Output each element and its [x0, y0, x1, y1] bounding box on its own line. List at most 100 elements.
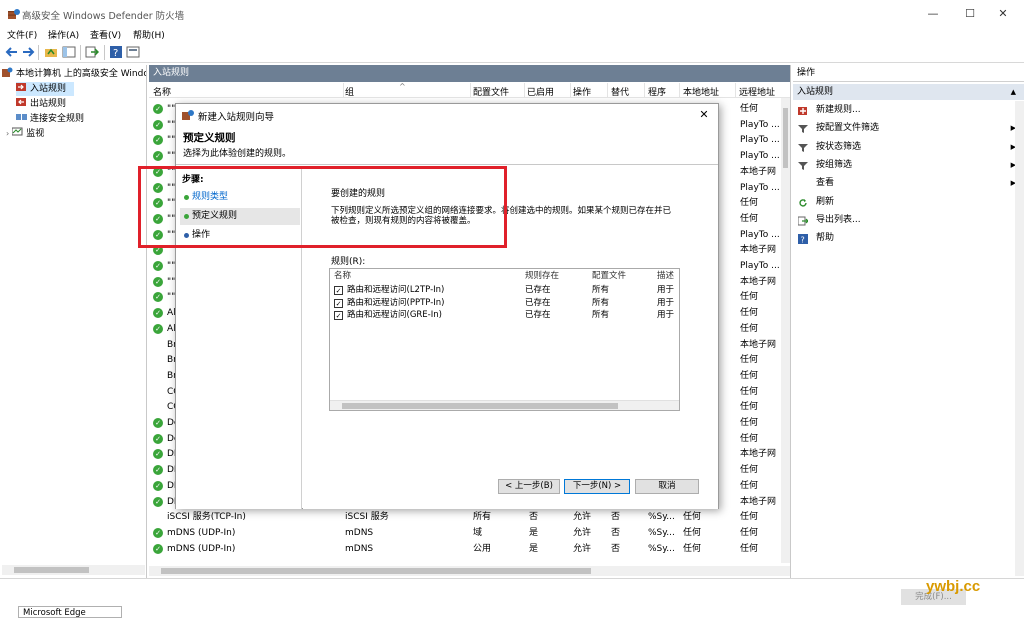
monitoring-icon: [12, 127, 23, 136]
menu-file[interactable]: 文件(F): [7, 28, 37, 41]
col-override[interactable]: 替代: [611, 85, 629, 98]
actions-scrollbar[interactable]: [1015, 101, 1024, 576]
col-remote-address[interactable]: 远程地址: [739, 85, 775, 98]
predefined-rule-row[interactable]: ✓ 路由和远程访问(L2TP-In) 已存在 所有 用于: [330, 284, 679, 297]
rule-remote-address: 任何: [740, 512, 759, 523]
rule-remote-address: 任何: [740, 433, 759, 444]
tree-item-connection-security-rules[interactable]: 连接安全规则: [16, 112, 84, 126]
collapse-icon[interactable]: ▲: [1011, 84, 1016, 100]
rule-program: %Sy...: [648, 527, 675, 538]
rules-col-profile[interactable]: 配置文件: [592, 269, 626, 281]
maximize-button[interactable]: ☐: [955, 4, 985, 24]
tree-root[interactable]: 本地计算机 上的高级安全 Windows Defender: [2, 67, 146, 81]
menu-view[interactable]: 查看(V): [90, 28, 121, 41]
rule-checkbox[interactable]: ✓: [334, 286, 343, 295]
tree-item-label: 监视: [26, 129, 45, 139]
rule-checkbox[interactable]: ✓: [334, 311, 343, 320]
next-button[interactable]: 下一步(N) >: [564, 479, 630, 494]
cancel-button[interactable]: 取消: [635, 479, 699, 494]
help-icon[interactable]: ?: [109, 45, 123, 59]
table-row[interactable]: ✓ mDNS (UDP-In) mDNS 公用 是 允许 否 %Sy... 任何 任何: [149, 541, 781, 557]
action-item[interactable]: 按组筛选 ▶: [793, 156, 1024, 174]
enabled-check-icon: ✓: [153, 543, 163, 554]
tree-horizontal-scrollbar[interactable]: [2, 565, 145, 575]
tree-item-monitoring[interactable]: › 监视: [6, 127, 44, 141]
col-action[interactable]: 操作: [573, 85, 591, 98]
actions-section-label: 入站规则: [797, 87, 834, 97]
col-program[interactable]: 程序: [648, 85, 666, 98]
col-name[interactable]: 名称: [153, 85, 171, 98]
rules-col-exists[interactable]: 规则存在: [525, 269, 559, 281]
col-profile[interactable]: 配置文件: [473, 85, 509, 98]
action-item[interactable]: 查看 ▶: [793, 174, 1024, 192]
rules-col-description[interactable]: 描述: [657, 269, 674, 281]
window-title: 高级安全 Windows Defender 防火墙: [22, 11, 185, 22]
enabled-check-icon: ✓: [153, 323, 163, 334]
rule-override: 否: [611, 527, 621, 538]
taskbar-edge-tab[interactable]: Microsoft Edge: [18, 606, 122, 618]
enabled-check-icon: ✓: [153, 480, 163, 491]
rule-local-address: 任何: [683, 543, 702, 554]
refresh-icon: [798, 197, 808, 207]
table-row[interactable]: ✓ mDNS (UDP-In) mDNS 域 是 允许 否 %Sy... 任何 任何: [149, 525, 781, 541]
menu-action[interactable]: 操作(A): [48, 28, 79, 41]
forward-arrow-icon[interactable]: [21, 45, 35, 59]
rule-checkbox[interactable]: ✓: [334, 298, 343, 308]
back-arrow-icon[interactable]: [5, 45, 19, 59]
pane-header: 入站规则: [149, 65, 790, 82]
rule-description: 用于: [657, 297, 675, 308]
action-item[interactable]: 按状态筛选 ▶: [793, 138, 1024, 156]
col-group[interactable]: 组: [345, 85, 354, 98]
actions-section-inbound-rules[interactable]: 入站规则 ▲: [793, 84, 1024, 100]
scrollbar-thumb[interactable]: [342, 403, 618, 409]
action-item[interactable]: 刷新: [793, 193, 1024, 211]
rule-name: mDNS (UDP-In): [167, 527, 236, 538]
menu-bar: 文件(F) 操作(A) 查看(V) 帮助(H): [0, 27, 1024, 41]
back-button[interactable]: < 上一步(B): [498, 479, 560, 494]
toolbar: ?: [0, 42, 1024, 63]
rule-remote-address: 任何: [740, 198, 759, 209]
rule-program: %Sy...: [648, 543, 675, 554]
enabled-check-icon: ✓: [153, 119, 163, 130]
rules-horizontal-scrollbar[interactable]: [149, 566, 790, 576]
predefined-rules-list[interactable]: 名称 规则存在 配置文件 描述 ✓ 路由和远程访问(L2TP-In) 已存在 所有 用于…: [329, 268, 680, 411]
action-item[interactable]: 按配置文件筛选 ▶: [793, 119, 1024, 137]
tree-item-inbound-rules[interactable]: 入站规则: [16, 82, 74, 96]
new-rule-icon: [798, 105, 808, 115]
rules-col-name[interactable]: 名称: [334, 269, 351, 281]
up-folder-icon[interactable]: [44, 45, 58, 59]
enabled-check-icon: ✓: [153, 261, 163, 271]
action-item[interactable]: ? 帮助: [793, 229, 1024, 247]
rule-name: 路由和远程访问(GRE-In): [347, 310, 442, 320]
rules-list-scrollbar[interactable]: [330, 400, 679, 410]
tree-item-label: 入站规则: [30, 84, 67, 94]
rule-remote-address: 任何: [740, 355, 759, 366]
action-item[interactable]: 导出列表...: [793, 211, 1024, 229]
col-local-address[interactable]: 本地地址: [683, 85, 719, 98]
export-icon[interactable]: [85, 45, 99, 59]
rules-vertical-scrollbar[interactable]: [781, 98, 790, 563]
menu-help[interactable]: 帮助(H): [133, 28, 165, 41]
predefined-rule-row[interactable]: ✓ 路由和远程访问(GRE-In) 已存在 所有 用于: [330, 309, 679, 322]
title-bar: 高级安全 Windows Defender 防火墙 — ☐ ✕: [0, 0, 1024, 28]
close-button[interactable]: ✕: [988, 4, 1018, 24]
properties-icon[interactable]: [126, 45, 140, 59]
dialog-close-button[interactable]: ✕: [696, 107, 712, 123]
rule-remote-address: 任何: [740, 104, 759, 114]
table-row[interactable]: iSCSI 服务(TCP-In) iSCSI 服务 所有 否 允许 否 %Sy... 任何 任何: [149, 509, 781, 525]
help-icon: ?: [798, 233, 808, 245]
predefined-rule-row[interactable]: ✓ 路由和远程访问(PPTP-In) 已存在 所有 用于: [330, 297, 679, 310]
enabled-check-icon: ✓: [153, 135, 163, 146]
rule-action: 允许: [573, 512, 592, 523]
tree-item-label: 出站规则: [30, 99, 67, 109]
minimize-button[interactable]: —: [918, 4, 948, 24]
rule-remote-address: 任何: [740, 292, 759, 303]
col-enabled[interactable]: 已启用: [527, 85, 554, 98]
rule-exists: 已存在: [525, 297, 551, 308]
tree-item-outbound-rules[interactable]: 出站规则: [16, 97, 66, 111]
rule-profile: 所有: [592, 285, 610, 295]
enabled-check-icon: ✓: [153, 151, 163, 162]
expand-chevron-icon[interactable]: ›: [6, 129, 9, 138]
show-hide-tree-icon[interactable]: [62, 45, 76, 59]
action-item[interactable]: 新建规则...: [793, 101, 1024, 119]
